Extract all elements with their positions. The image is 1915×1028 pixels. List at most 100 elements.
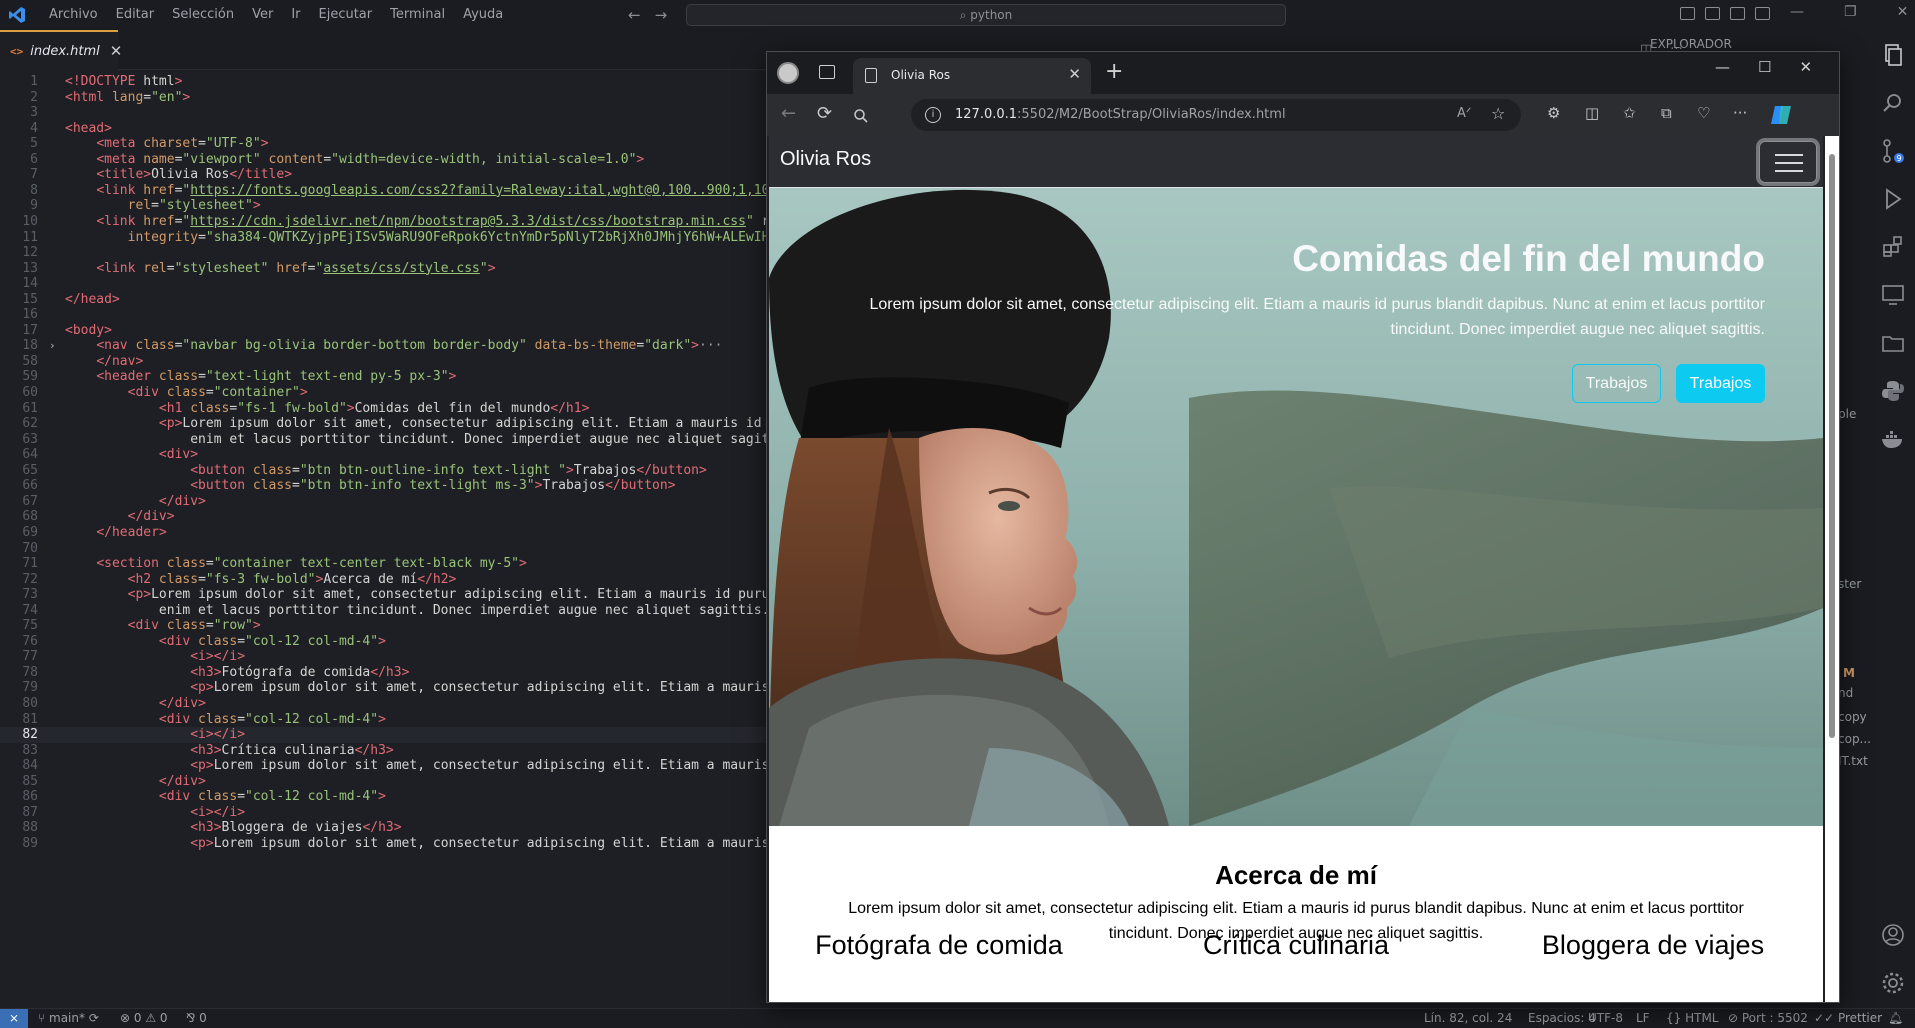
code-line[interactable]: 86 <div class="col-12 col-md-4">: [0, 789, 770, 805]
search-icon[interactable]: [853, 108, 869, 124]
folder-icon[interactable]: [1880, 330, 1906, 356]
code-line[interactable]: 58 </nav>: [0, 354, 770, 370]
read-aloud-icon[interactable]: Aᐟ: [1457, 106, 1471, 121]
toggle-sidebar-icon[interactable]: [1680, 7, 1695, 20]
code-line[interactable]: 3: [0, 105, 770, 121]
browser-essentials-icon[interactable]: ♡: [1697, 104, 1710, 122]
code-line[interactable]: 14: [0, 276, 770, 292]
code-line[interactable]: 64 <div>: [0, 447, 770, 463]
restore-icon[interactable]: ❐: [1844, 4, 1857, 20]
code-line[interactable]: 6 <meta name="viewport" content="width=d…: [0, 152, 770, 168]
code-line[interactable]: 75 <div class="row">: [0, 618, 770, 634]
menu-item[interactable]: Ver: [243, 0, 282, 30]
fold-chevron-icon[interactable]: ›: [49, 338, 56, 354]
code-line[interactable]: 12: [0, 245, 770, 261]
code-line[interactable]: 18 › <nav class="navbar bg-olivia border-…: [0, 338, 770, 354]
code-line[interactable]: 65 <button class="btn btn-outline-info t…: [0, 463, 770, 479]
code-line[interactable]: 16: [0, 307, 770, 323]
browser-tab-close-icon[interactable]: ✕: [1068, 65, 1081, 83]
code-line[interactable]: 79 <p>Lorem ipsum dolor sit amet, consec…: [0, 680, 770, 696]
menu-item[interactable]: Terminal: [381, 0, 454, 30]
problems-indicator[interactable]: ⊗ 0 ⚠ 0: [120, 1009, 168, 1028]
search-icon[interactable]: [1880, 90, 1906, 116]
code-line[interactable]: 89 <p>Lorem ipsum dolor sit amet, consec…: [0, 836, 770, 852]
code-line[interactable]: 62 <p>Lorem ipsum dolor sit amet, consec…: [0, 416, 770, 432]
remote-explorer-icon[interactable]: [1880, 282, 1906, 308]
copilot-icon[interactable]: [1769, 103, 1793, 127]
navbar-brand[interactable]: Olivia Ros: [780, 148, 871, 171]
extensions-icon[interactable]: [1880, 234, 1906, 260]
minimize-icon[interactable]: —: [1790, 4, 1804, 20]
browser-minimize-icon[interactable]: —: [1715, 58, 1730, 76]
page-viewport[interactable]: Olivia Ros Comidas del fin del mundo Lor…: [769, 136, 1823, 1002]
split-screen-icon[interactable]: ◫: [1585, 104, 1599, 122]
command-center[interactable]: ⌕ python: [686, 4, 1286, 26]
prettier-status[interactable]: ✓✓ Prettier: [1814, 1009, 1882, 1028]
explorer-icon[interactable]: [1880, 42, 1906, 68]
new-tab-icon[interactable]: +: [1105, 59, 1123, 84]
trabajos-outline-button[interactable]: Trabajos: [1572, 364, 1661, 403]
collections-icon[interactable]: ⧉: [1661, 104, 1672, 122]
code-line[interactable]: 73 <p>Lorem ipsum dolor sit amet, consec…: [0, 587, 770, 603]
browser-maximize-icon[interactable]: ☐: [1758, 58, 1771, 76]
code-line[interactable]: 17 <body>: [0, 323, 770, 339]
code-line[interactable]: 77 <i></i>: [0, 649, 770, 665]
navbar-toggler-button[interactable]: [1759, 141, 1817, 183]
cursor-position[interactable]: Lín. 82, col. 24: [1424, 1009, 1512, 1028]
extensions-icon[interactable]: ⚙︎: [1547, 104, 1560, 122]
toggle-panel-icon[interactable]: [1705, 7, 1720, 20]
back-arrow-icon[interactable]: ←: [628, 6, 641, 24]
code-line[interactable]: 82 <i></i>: [0, 727, 770, 743]
menu-item[interactable]: Ir: [282, 0, 309, 30]
code-line[interactable]: 71 <section class="container text-center…: [0, 556, 770, 572]
branch-indicator[interactable]: ⑂ main* ⟳: [38, 1009, 99, 1028]
code-line[interactable]: 5 <meta charset="UTF-8">: [0, 136, 770, 152]
code-line[interactable]: 70: [0, 541, 770, 557]
code-line[interactable]: 74 enim et lacus porttitor tincidunt. Do…: [0, 603, 770, 619]
site-info-icon[interactable]: i: [925, 107, 941, 123]
profile-avatar[interactable]: [777, 62, 799, 84]
code-editor[interactable]: 1 <!DOCTYPE html> 2 <html lang="en"> 3 4 <head…: [0, 71, 770, 1011]
menu-item[interactable]: Selección: [163, 0, 243, 30]
code-line[interactable]: 87 <i></i>: [0, 805, 770, 821]
end-of-line[interactable]: LF: [1636, 1009, 1650, 1028]
ports-indicator[interactable]: ⅋ 0: [186, 1009, 207, 1028]
menu-item[interactable]: Editar: [107, 0, 164, 30]
explorer-item[interactable]: ster: [1838, 577, 1861, 591]
account-icon[interactable]: [1880, 922, 1906, 948]
code-line[interactable]: 8 <link href="https://fonts.googleapis.c…: [0, 183, 770, 199]
encoding[interactable]: UTF-8: [1588, 1009, 1623, 1028]
browser-close-icon[interactable]: ✕: [1799, 58, 1812, 76]
code-line[interactable]: 59 <header class="text-light text-end py…: [0, 369, 770, 385]
run-debug-icon[interactable]: [1880, 186, 1906, 212]
refresh-icon[interactable]: ⟳: [817, 103, 832, 124]
code-line[interactable]: 66 <button class="btn btn-info text-ligh…: [0, 478, 770, 494]
customize-layout-icon[interactable]: [1755, 7, 1770, 20]
code-line[interactable]: 72 <h2 class="fs-3 fw-bold">Acerca de mí…: [0, 572, 770, 588]
explorer-item[interactable]: copy: [1838, 710, 1867, 724]
browser-tab[interactable]: Olivia Ros ✕: [853, 58, 1091, 94]
trabajos-button[interactable]: Trabajos: [1676, 364, 1765, 403]
code-line[interactable]: 10 <link href="https://cdn.jsdelivr.net/…: [0, 214, 770, 230]
address-bar[interactable]: i 127.0.0.1:5502/M2/BootStrap/OliviaRos/…: [911, 99, 1521, 131]
favorite-star-icon[interactable]: ☆: [1491, 104, 1505, 123]
code-line[interactable]: 60 <div class="container">: [0, 385, 770, 401]
indentation[interactable]: Espacios: 4: [1528, 1009, 1596, 1028]
python-icon[interactable]: [1880, 378, 1906, 404]
live-server-port[interactable]: ⊘ Port : 5502: [1728, 1009, 1808, 1028]
tab-actions-icon[interactable]: [819, 65, 835, 79]
code-line[interactable]: 81 <div class="col-12 col-md-4">: [0, 712, 770, 728]
menu-item[interactable]: Ayuda: [454, 0, 512, 30]
code-line[interactable]: 68 </div>: [0, 509, 770, 525]
explorer-item[interactable]: nd: [1838, 686, 1853, 700]
code-line[interactable]: 4 <head>: [0, 121, 770, 137]
code-line[interactable]: 1 <!DOCTYPE html>: [0, 74, 770, 90]
code-line[interactable]: 7 <title>Olivia Ros</title>: [0, 167, 770, 183]
scrollbar-thumb[interactable]: [1829, 154, 1835, 738]
toggle-secondary-sidebar-icon[interactable]: [1730, 7, 1745, 20]
code-line[interactable]: 76 <div class="col-12 col-md-4">: [0, 634, 770, 650]
code-line[interactable]: 84 <p>Lorem ipsum dolor sit amet, consec…: [0, 758, 770, 774]
remote-indicator-icon[interactable]: ⨯: [0, 1009, 28, 1028]
code-line[interactable]: 69 </header>: [0, 525, 770, 541]
language-mode[interactable]: {} HTML: [1666, 1009, 1719, 1028]
